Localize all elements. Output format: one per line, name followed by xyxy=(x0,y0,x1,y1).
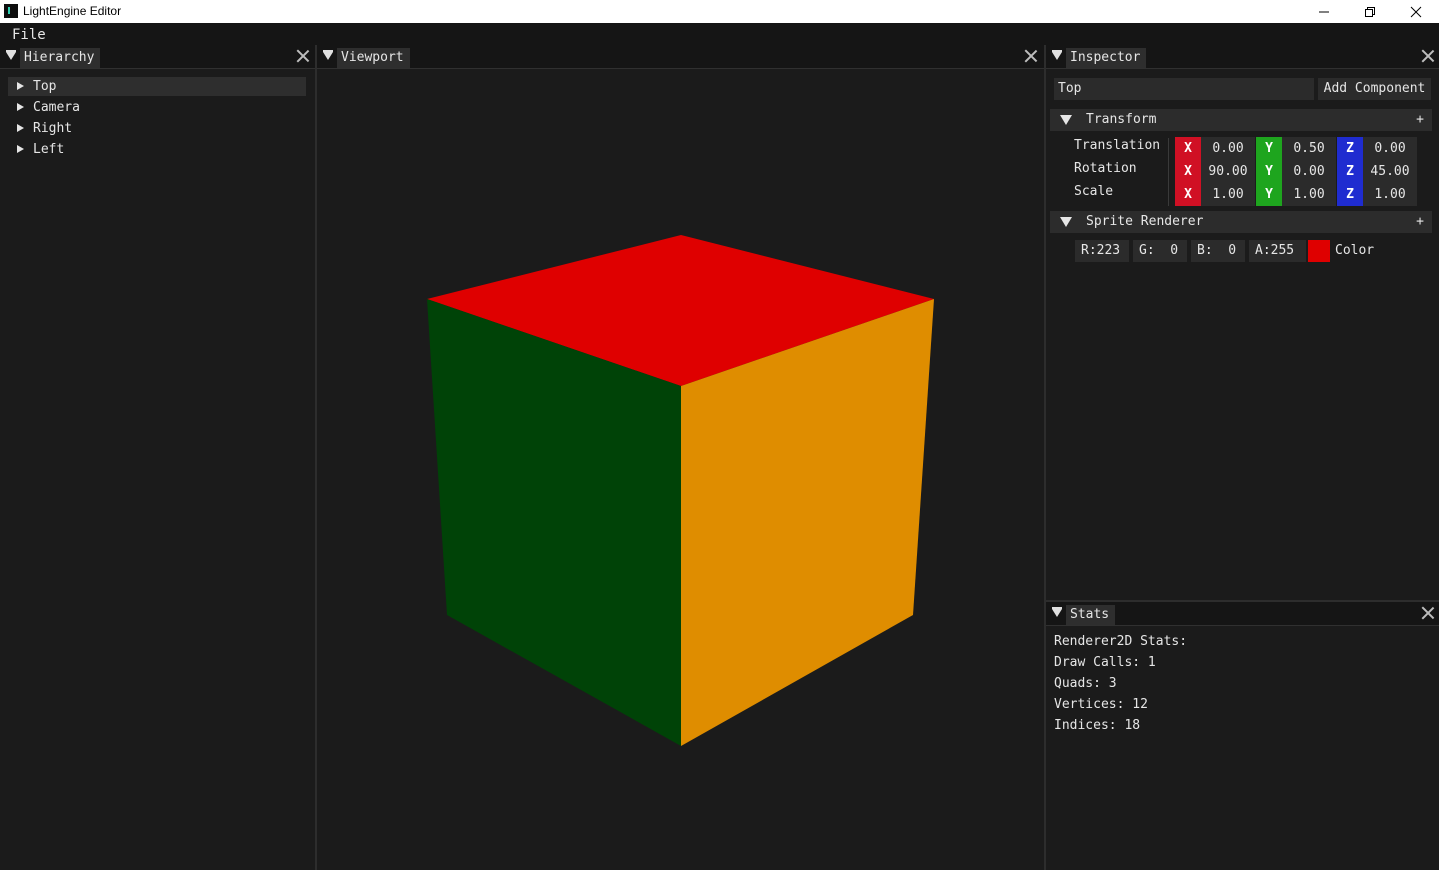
color-g-field[interactable]: G: 0 xyxy=(1133,240,1187,262)
expand-arrow-icon[interactable] xyxy=(17,103,24,111)
color-b-field[interactable]: B: 0 xyxy=(1191,240,1245,262)
menu-file[interactable]: File xyxy=(12,27,46,43)
app-logo-icon xyxy=(4,4,18,18)
stats-heading: Renderer2D Stats: xyxy=(1054,634,1188,649)
expand-arrow-icon[interactable] xyxy=(17,82,24,90)
column-divider xyxy=(1168,138,1169,206)
color-r-field[interactable]: R:223 xyxy=(1075,240,1129,262)
hierarchy-item-left[interactable]: Left xyxy=(8,140,306,159)
scale-y-reset-button[interactable]: Y xyxy=(1256,183,1282,206)
close-icon[interactable] xyxy=(297,50,309,62)
hierarchy-item-label: Right xyxy=(33,121,73,136)
menu-bar xyxy=(0,23,1439,45)
panel-menu-icon[interactable] xyxy=(1052,607,1062,617)
translation-z-field[interactable]: 0.00 xyxy=(1363,137,1417,160)
expand-arrow-icon[interactable] xyxy=(17,145,24,153)
hierarchy-item-right[interactable]: Right xyxy=(8,119,306,138)
collapse-arrow-icon[interactable] xyxy=(1060,115,1072,125)
transform-header[interactable]: Transform + xyxy=(1050,109,1432,131)
close-icon[interactable] xyxy=(1422,607,1434,619)
hierarchy-item-label: Camera xyxy=(33,100,80,115)
sprite-renderer-header[interactable]: Sprite Renderer + xyxy=(1050,211,1432,233)
viewport-panel: Viewport xyxy=(317,45,1044,870)
inspector-panel: Inspector Top Add Component Transform + … xyxy=(1046,45,1439,600)
stats-quads: Quads: 3 xyxy=(1054,676,1117,691)
rotation-x-field[interactable]: 90.00 xyxy=(1201,160,1255,183)
scale-x-reset-button[interactable]: X xyxy=(1175,183,1201,206)
scale-x-field[interactable]: 1.00 xyxy=(1201,183,1255,206)
minimize-icon xyxy=(1319,11,1329,12)
collapse-arrow-icon[interactable] xyxy=(1060,217,1072,227)
stats-panel: Stats Renderer2D Stats: Draw Calls: 1 Qu… xyxy=(1046,602,1439,870)
viewport-canvas[interactable] xyxy=(317,45,1044,870)
transform-title: Transform xyxy=(1086,112,1157,127)
window-title-bar: LightEngine Editor xyxy=(0,0,1439,23)
tab-hierarchy[interactable]: Hierarchy xyxy=(20,48,101,68)
window-title: LightEngine Editor xyxy=(23,4,122,18)
panel-menu-icon[interactable] xyxy=(6,50,16,60)
panel-menu-icon[interactable] xyxy=(1052,50,1062,60)
entity-name-input[interactable]: Top xyxy=(1054,78,1314,100)
hierarchy-panel: Hierarchy Top Camera Right Left xyxy=(0,45,315,870)
scale-z-reset-button[interactable]: Z xyxy=(1337,183,1363,206)
scale-label: Scale xyxy=(1074,184,1114,199)
restore-icon xyxy=(1365,6,1375,17)
close-window-button[interactable] xyxy=(1393,0,1439,23)
translation-y-reset-button[interactable]: Y xyxy=(1256,137,1282,160)
hierarchy-item-camera[interactable]: Camera xyxy=(8,98,306,117)
stats-indices: Indices: 18 xyxy=(1054,718,1141,733)
add-component-button[interactable]: Add Component xyxy=(1318,78,1431,100)
scale-y-field[interactable]: 1.00 xyxy=(1282,183,1336,206)
rotation-z-field[interactable]: 45.00 xyxy=(1363,160,1417,183)
rotation-z-reset-button[interactable]: Z xyxy=(1337,160,1363,183)
rotation-x-reset-button[interactable]: X xyxy=(1175,160,1201,183)
rotation-y-reset-button[interactable]: Y xyxy=(1256,160,1282,183)
color-label: Color xyxy=(1335,243,1375,258)
translation-x-reset-button[interactable]: X xyxy=(1175,137,1201,160)
tab-inspector[interactable]: Inspector xyxy=(1066,48,1147,68)
translation-y-field[interactable]: 0.50 xyxy=(1282,137,1336,160)
expand-arrow-icon[interactable] xyxy=(17,124,24,132)
hierarchy-item-label: Top xyxy=(33,79,57,94)
scale-z-field[interactable]: 1.00 xyxy=(1363,183,1417,206)
rotation-y-field[interactable]: 0.00 xyxy=(1282,160,1336,183)
transform-settings-button[interactable]: + xyxy=(1416,109,1424,131)
translation-z-reset-button[interactable]: Z xyxy=(1337,137,1363,160)
sprite-renderer-title: Sprite Renderer xyxy=(1086,214,1204,229)
stats-draw-calls: Draw Calls: 1 xyxy=(1054,655,1156,670)
hierarchy-item-label: Left xyxy=(33,142,65,157)
hierarchy-item-top[interactable]: Top xyxy=(8,77,306,96)
color-swatch[interactable] xyxy=(1308,240,1330,262)
translation-label: Translation xyxy=(1074,138,1161,153)
minimize-button[interactable] xyxy=(1301,0,1347,23)
stats-vertices: Vertices: 12 xyxy=(1054,697,1148,712)
translation-x-field[interactable]: 0.00 xyxy=(1201,137,1255,160)
close-icon xyxy=(1410,6,1422,17)
color-a-field[interactable]: A:255 xyxy=(1249,240,1306,262)
rotation-label: Rotation xyxy=(1074,161,1137,176)
sprite-renderer-settings-button[interactable]: + xyxy=(1416,211,1424,233)
close-icon[interactable] xyxy=(1422,50,1434,62)
tab-stats[interactable]: Stats xyxy=(1066,605,1116,625)
restore-button[interactable] xyxy=(1347,0,1393,23)
